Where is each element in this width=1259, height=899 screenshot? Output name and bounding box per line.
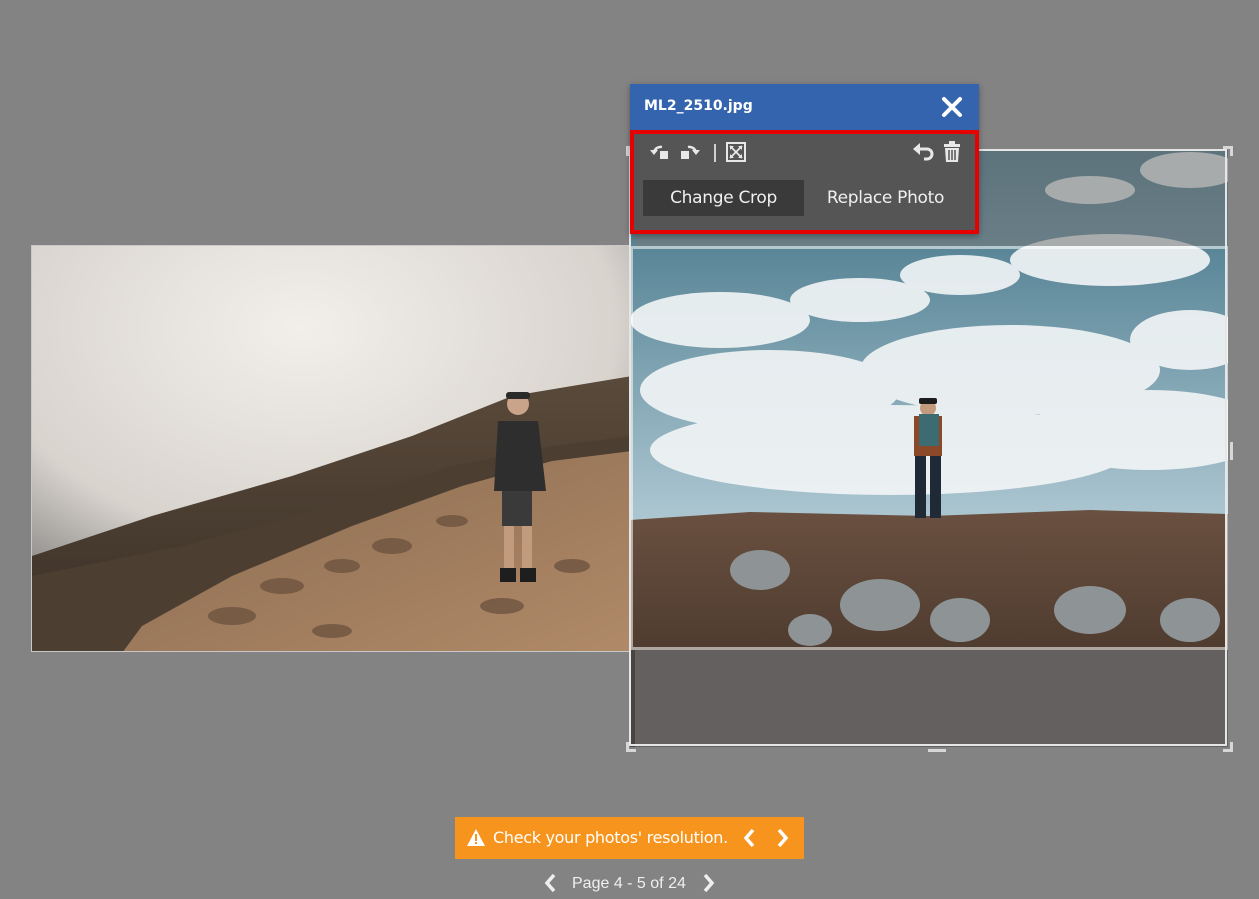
rotate-right-icon[interactable]	[678, 140, 702, 164]
photo-editor-popup: ML2_2510.jpg Change Crop Replace Photo	[630, 84, 979, 234]
editor-toolbar-panel: Change Crop Replace Photo	[630, 130, 979, 234]
photo-filename: ML2_2510.jpg	[644, 98, 753, 114]
crop-handle-bottom-right-v[interactable]	[1230, 742, 1233, 752]
undo-icon[interactable]	[911, 140, 935, 164]
right-page-photo[interactable]	[630, 150, 1228, 747]
close-icon[interactable]	[939, 94, 965, 120]
crop-handle-right-center[interactable]	[1230, 442, 1233, 460]
change-crop-button[interactable]: Change Crop	[643, 180, 804, 216]
rotate-left-icon[interactable]	[648, 140, 672, 164]
crop-handle-top-left-v[interactable]	[626, 146, 629, 156]
right-page-photo-crop-area[interactable]	[626, 146, 1233, 752]
left-page-photo[interactable]	[31, 245, 631, 652]
crop-handle-bottom-center[interactable]	[928, 749, 946, 752]
page-indicator: Page 4 - 5 of 24	[572, 875, 686, 892]
crop-handle-top-right-v[interactable]	[1230, 146, 1233, 156]
warning-prev-icon[interactable]	[741, 827, 757, 854]
next-page-icon[interactable]	[701, 872, 717, 899]
toolbar-divider	[714, 144, 716, 162]
previous-page-icon[interactable]	[542, 872, 558, 899]
crop-handle-bottom-left-v[interactable]	[626, 742, 629, 752]
replace-photo-button[interactable]: Replace Photo	[805, 180, 966, 216]
warning-text: Check your photos' resolution.	[493, 828, 728, 847]
editor-header: ML2_2510.jpg	[630, 84, 979, 130]
resolution-warning-bar: Check your photos' resolution.	[455, 817, 804, 859]
fit-to-frame-icon[interactable]	[724, 140, 748, 164]
warning-next-icon[interactable]	[775, 827, 791, 854]
page-navigation: Page 4 - 5 of 24	[540, 869, 720, 897]
warning-icon	[466, 828, 486, 852]
trash-icon[interactable]	[940, 140, 964, 164]
